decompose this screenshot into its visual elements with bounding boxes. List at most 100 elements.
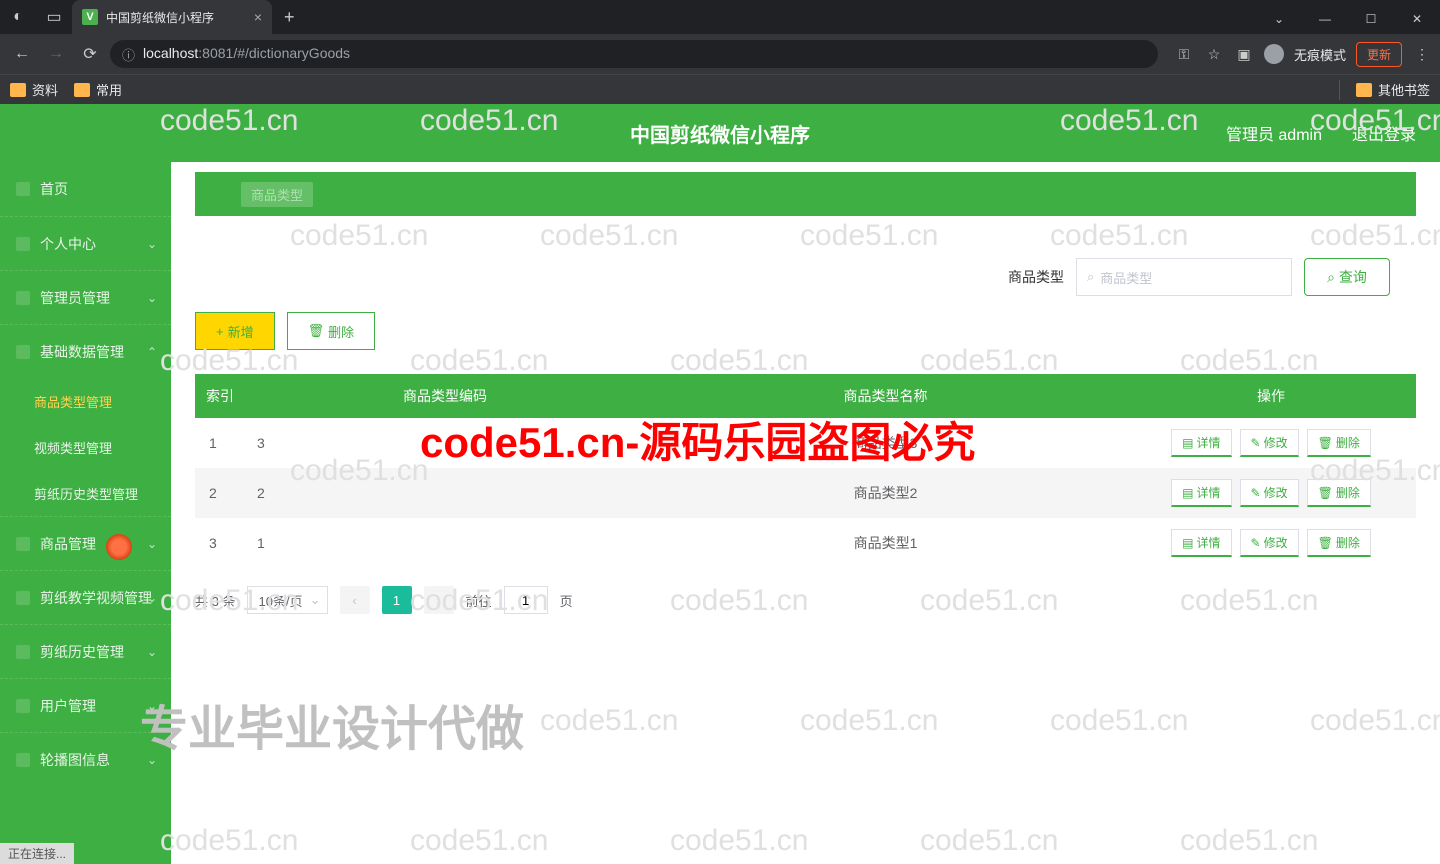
sidebar-item-history[interactable]: 剪纸历史管理⌄ — [0, 624, 171, 678]
logout-link[interactable]: 退出登录 — [1352, 121, 1416, 145]
sidebar-item-goods[interactable]: 商品管理⌄ — [0, 516, 171, 570]
incognito-label: 无痕模式 — [1294, 45, 1346, 64]
plus-icon: + — [216, 324, 224, 339]
detail-button[interactable]: ▤详情 — [1171, 479, 1231, 507]
filter-input[interactable]: ⌕商品类型 — [1076, 258, 1292, 296]
goods-icon — [16, 537, 30, 551]
doc-icon: ▤ — [1182, 436, 1193, 450]
other-bookmarks[interactable]: 其他书签 — [1356, 80, 1430, 99]
tab-title: 中国剪纸微信小程序 — [106, 9, 246, 26]
extensions-icon[interactable]: ▣ — [1234, 44, 1254, 64]
sidebar-item-home[interactable]: 首页 — [0, 162, 171, 216]
menu-icon[interactable]: ⋮ — [1412, 44, 1432, 64]
sidebar-sub-goods-type[interactable]: 商品类型管理 — [0, 378, 171, 424]
row-delete-button[interactable]: 🗑删除 — [1307, 429, 1371, 457]
close-icon[interactable]: × — [254, 9, 262, 25]
edit-button[interactable]: ✎修改 — [1240, 429, 1299, 457]
data-table: 索引 商品类型编码 商品类型名称 操作 1 3 商品类型3 ▤详情 ✎修改 🗑删… — [195, 374, 1416, 568]
trash-icon: 🗑 — [1318, 536, 1333, 550]
site-info-icon[interactable]: ⓘ — [122, 45, 135, 64]
video-icon — [16, 591, 30, 605]
bookmarks-bar: 资料 常用 其他书签 — [0, 74, 1440, 104]
detail-button[interactable]: ▤详情 — [1171, 429, 1231, 457]
browser-toolbar: ← → ⟳ ⓘ localhost:8081/#/dictionaryGoods… — [0, 34, 1440, 74]
sidebar-item-carousel[interactable]: 轮播图信息⌄ — [0, 732, 171, 786]
chevron-up-icon: ⌃ — [147, 345, 157, 359]
trash-icon: 🗑 — [308, 323, 325, 339]
sidebar-item-admin[interactable]: 管理员管理⌄ — [0, 270, 171, 324]
chevron-down-icon: ⌄ — [147, 753, 157, 767]
minimize-icon[interactable]: — — [1302, 4, 1348, 34]
window-close-icon[interactable]: ✕ — [1394, 4, 1440, 34]
address-bar[interactable]: ⓘ localhost:8081/#/dictionaryGoods — [110, 40, 1158, 68]
edit-icon: ✎ — [1251, 486, 1261, 500]
forward-button[interactable]: → — [42, 40, 70, 68]
users-icon — [16, 699, 30, 713]
sidebar-item-profile[interactable]: 个人中心⌄ — [0, 216, 171, 270]
star-icon[interactable]: ☆ — [1204, 44, 1224, 64]
chevron-down-icon: ⌄ — [147, 645, 157, 659]
incognito-icon — [1264, 44, 1284, 64]
chevron-down-icon: ⌄ — [310, 592, 321, 608]
bookmark-item[interactable]: 常用 — [74, 80, 122, 99]
page-suffix: 页 — [560, 591, 573, 610]
tabs-dropdown-icon[interactable]: ⌄ — [1256, 4, 1302, 34]
app-title: 中国剪纸微信小程序 — [630, 119, 810, 148]
chevron-down-icon: ⌄ — [147, 591, 157, 605]
search-icon: ⌕ — [1327, 269, 1335, 286]
chevron-down-icon: ⌄ — [147, 237, 157, 251]
detail-button[interactable]: ▤详情 — [1171, 529, 1231, 557]
bookmark-item[interactable]: 资料 — [10, 80, 58, 99]
prev-page-button[interactable]: ‹ — [340, 586, 370, 614]
chevron-down-icon: ⌄ — [147, 291, 157, 305]
sidebar-sub-video-type[interactable]: 视频类型管理 — [0, 424, 171, 470]
doc-icon: ▤ — [1182, 486, 1193, 500]
back-button[interactable]: ← — [8, 40, 36, 68]
add-button[interactable]: +新增 — [195, 312, 275, 350]
goto-input[interactable] — [504, 586, 548, 614]
trash-icon: 🗑 — [1318, 436, 1333, 450]
home-icon — [16, 182, 30, 196]
page-size-select[interactable]: 10条/页⌄ — [247, 586, 327, 614]
sidebar-item-users[interactable]: 用户管理⌄ — [0, 678, 171, 732]
user-icon — [16, 237, 30, 251]
history-icon — [16, 645, 30, 659]
maximize-icon[interactable]: ☐ — [1348, 4, 1394, 34]
breadcrumb: 商品类型 — [195, 172, 1416, 216]
admin-icon — [16, 291, 30, 305]
table-header: 索引 商品类型编码 商品类型名称 操作 — [195, 374, 1416, 418]
image-icon — [16, 753, 30, 767]
edit-button[interactable]: ✎修改 — [1240, 479, 1299, 507]
vue-favicon-icon: V — [82, 9, 98, 25]
trash-icon: 🗑 — [1318, 486, 1333, 500]
search-icon: ⌕ — [1087, 269, 1094, 285]
filter-label: 商品类型 — [1008, 267, 1064, 287]
key-icon[interactable]: ⚿ — [1174, 44, 1194, 64]
chevron-down-icon: ⌄ — [147, 699, 157, 713]
delete-button[interactable]: 🗑删除 — [287, 312, 376, 350]
reload-button[interactable]: ⟳ — [76, 40, 104, 68]
current-page[interactable]: 1 — [382, 586, 412, 614]
goto-label: 前往 — [466, 591, 492, 610]
total-count: 共 3 条 — [195, 591, 235, 610]
table-row: 1 3 商品类型3 ▤详情 ✎修改 🗑删除 — [195, 418, 1416, 468]
data-icon — [16, 345, 30, 359]
edit-button[interactable]: ✎修改 — [1240, 529, 1299, 557]
row-delete-button[interactable]: 🗑删除 — [1307, 479, 1371, 507]
folder-icon — [1356, 83, 1372, 97]
edit-icon: ✎ — [1251, 536, 1261, 550]
sidebar-sub-history-type[interactable]: 剪纸历史类型管理 — [0, 470, 171, 516]
browser-tab-strip: ◐ ▭ V 中国剪纸微信小程序 × + ⌄ — ☐ ✕ — [0, 0, 1440, 34]
tab-pinned-2[interactable]: ▭ — [36, 3, 72, 31]
tab-active[interactable]: V 中国剪纸微信小程序 × — [72, 0, 272, 34]
row-delete-button[interactable]: 🗑删除 — [1307, 529, 1371, 557]
current-user[interactable]: 管理员 admin — [1226, 121, 1322, 145]
query-button[interactable]: ⌕查询 — [1304, 258, 1390, 296]
next-page-button[interactable]: › — [424, 586, 454, 614]
tab-pinned-1[interactable]: ◐ — [0, 3, 36, 31]
new-tab-button[interactable]: + — [272, 7, 307, 28]
sidebar-item-basedata[interactable]: 基础数据管理⌃ — [0, 324, 171, 378]
sidebar-item-video[interactable]: 剪纸教学视频管理⌄ — [0, 570, 171, 624]
sidebar: 首页 个人中心⌄ 管理员管理⌄ 基础数据管理⌃ 商品类型管理 视频类型管理 剪纸… — [0, 162, 171, 864]
update-button[interactable]: 更新 — [1356, 42, 1402, 67]
